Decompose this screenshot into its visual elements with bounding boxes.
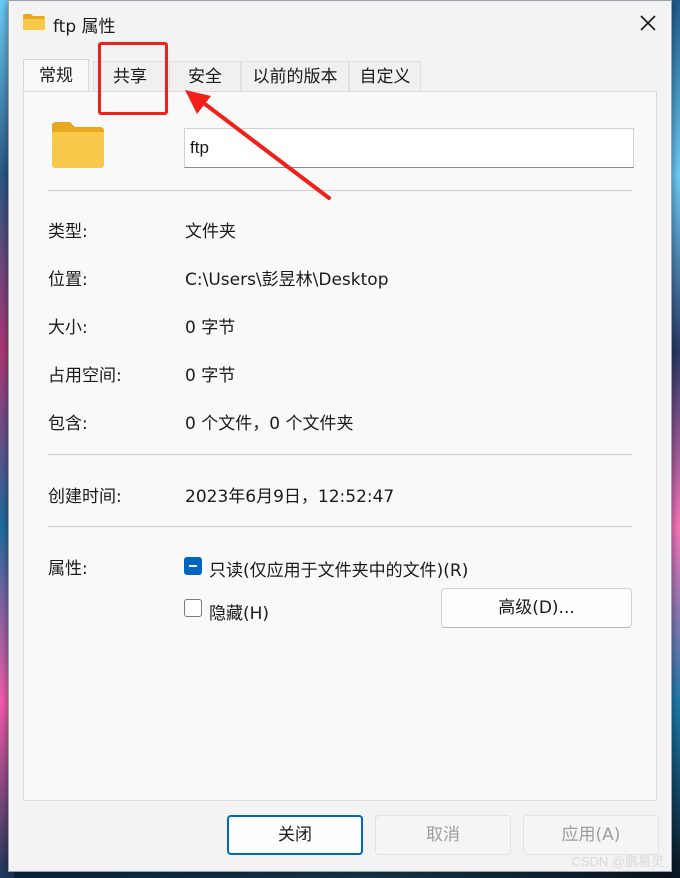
location-value: C:\Users\彭昱林\Desktop: [185, 270, 389, 290]
hidden-checkbox[interactable]: [184, 599, 202, 617]
created-value: 2023年6月9日，12:52:47: [185, 487, 395, 507]
contains-value: 0 个文件，0 个文件夹: [185, 414, 354, 434]
tab-customize[interactable]: 自定义: [349, 61, 421, 91]
type-label: 类型:: [48, 222, 88, 242]
location-label: 位置:: [48, 270, 88, 290]
hidden-checkbox-label[interactable]: 隐藏(H): [209, 599, 269, 624]
cancel-button[interactable]: 取消: [375, 815, 511, 855]
tab-sharing[interactable]: 共享: [93, 61, 167, 91]
attributes-label: 属性:: [48, 559, 88, 579]
folder-name-input[interactable]: [184, 128, 634, 168]
title-bar[interactable]: ftp 属性: [9, 1, 671, 45]
window-title: ftp 属性: [53, 17, 116, 37]
separator: [48, 190, 632, 191]
created-label: 创建时间:: [48, 487, 122, 507]
tab-security[interactable]: 安全: [169, 61, 241, 91]
properties-dialog: ftp 属性 常规 共享 安全 以前的版本 自定义 类型: 文件夹 位置: C:…: [8, 0, 672, 872]
watermark-text: CSDN @鹏易灵: [571, 854, 664, 869]
advanced-button[interactable]: 高级(D)...: [441, 588, 632, 628]
tab-general[interactable]: 常规: [23, 59, 89, 90]
folder-icon: [52, 122, 104, 168]
size-label: 大小:: [48, 318, 88, 338]
separator: [48, 454, 632, 455]
close-icon: [640, 15, 656, 31]
type-value: 文件夹: [185, 222, 236, 242]
general-tab-panel: 类型: 文件夹 位置: C:\Users\彭昱林\Desktop 大小: 0 字…: [23, 91, 657, 801]
folder-icon: [23, 14, 45, 30]
apply-button[interactable]: 应用(A): [523, 815, 659, 855]
close-window-button[interactable]: [625, 1, 671, 45]
close-button[interactable]: 关闭: [227, 815, 363, 855]
size-value: 0 字节: [185, 318, 236, 338]
contains-label: 包含:: [48, 414, 88, 434]
tab-previous-versions[interactable]: 以前的版本: [241, 61, 349, 91]
separator: [48, 526, 632, 527]
size-on-disk-value: 0 字节: [185, 366, 236, 386]
size-on-disk-label: 占用空间:: [48, 366, 122, 386]
readonly-checkbox-label[interactable]: 只读(仅应用于文件夹中的文件)(R): [209, 556, 468, 581]
readonly-checkbox[interactable]: [184, 557, 202, 575]
